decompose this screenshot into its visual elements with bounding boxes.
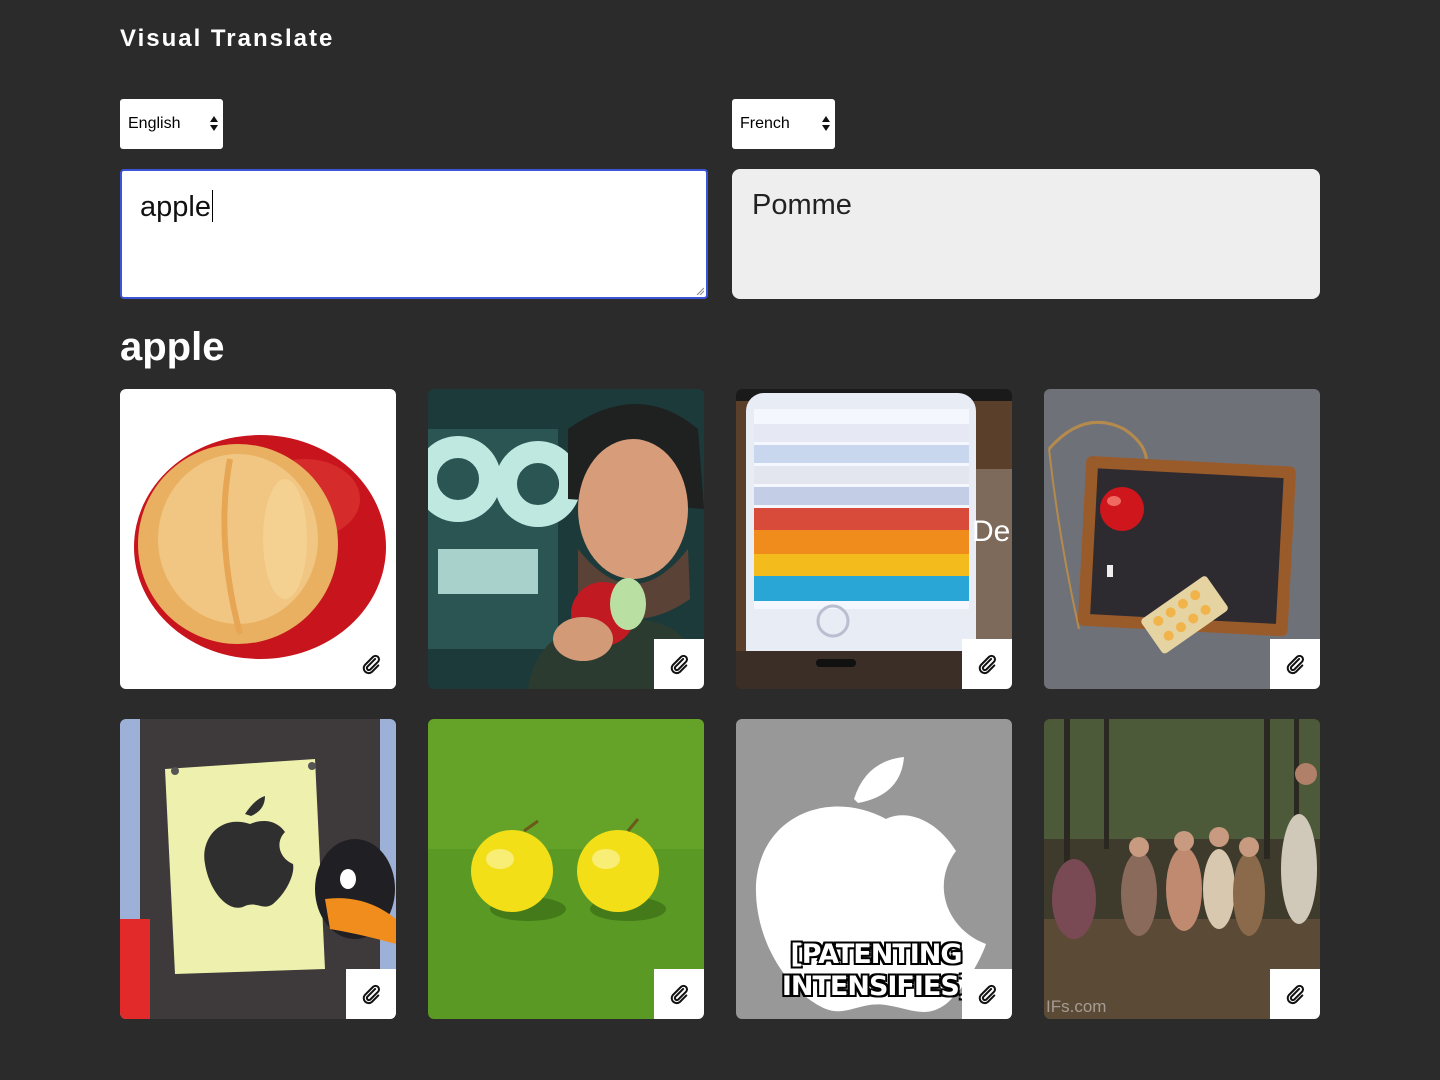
source-text-input[interactable]: apple bbox=[120, 169, 708, 299]
source-language-select[interactable]: English bbox=[120, 99, 223, 149]
text-caret bbox=[211, 190, 213, 222]
app-title: Visual Translate bbox=[120, 25, 335, 52]
attach-button[interactable] bbox=[962, 639, 1012, 689]
results-heading: apple bbox=[120, 325, 225, 369]
target-language-value: French bbox=[740, 115, 790, 132]
attach-button[interactable] bbox=[654, 639, 704, 689]
paperclip-icon bbox=[362, 984, 380, 1005]
result-image-cartoon-apple-sign[interactable] bbox=[120, 719, 396, 1019]
result-image-iphone-passbook[interactable]: De bbox=[736, 389, 1012, 689]
source-language-value: English bbox=[128, 115, 181, 132]
image-watermark: IFs.com bbox=[1046, 997, 1107, 1016]
result-image-apple-chalkboard[interactable] bbox=[1044, 389, 1320, 689]
attach-button[interactable] bbox=[1270, 639, 1320, 689]
attach-button[interactable] bbox=[346, 639, 396, 689]
translation-output: Pomme bbox=[732, 169, 1320, 299]
attach-button[interactable] bbox=[654, 969, 704, 1019]
paperclip-icon bbox=[362, 654, 380, 675]
result-image-yellow-apples[interactable] bbox=[428, 719, 704, 1019]
paperclip-icon bbox=[1286, 984, 1304, 1005]
result-image-apple-logo-meme[interactable]: [PATENTING INTENSIFIES] bbox=[736, 719, 1012, 1019]
attach-button[interactable] bbox=[1270, 969, 1320, 1019]
paperclip-icon bbox=[978, 984, 996, 1005]
source-text-value: apple bbox=[140, 191, 211, 223]
select-arrows-icon bbox=[822, 115, 830, 133]
paperclip-icon bbox=[670, 654, 688, 675]
paperclip-icon bbox=[1286, 654, 1304, 675]
select-arrows-icon bbox=[210, 115, 218, 133]
translation-value: Pomme bbox=[752, 189, 852, 221]
result-image-man-eating-apple[interactable] bbox=[428, 389, 704, 689]
meme-caption-line2: INTENSIFIES] bbox=[781, 971, 971, 1002]
phone-overlay-text: De bbox=[972, 515, 1011, 548]
result-image-bitten-apple[interactable] bbox=[120, 389, 396, 689]
paperclip-icon bbox=[670, 984, 688, 1005]
result-image-forest-dance[interactable]: IFs.com bbox=[1044, 719, 1320, 1019]
attach-button[interactable] bbox=[962, 969, 1012, 1019]
resize-grip-icon[interactable] bbox=[696, 287, 704, 295]
target-language-select[interactable]: French bbox=[732, 99, 835, 149]
attach-button[interactable] bbox=[346, 969, 396, 1019]
paperclip-icon bbox=[978, 654, 996, 675]
meme-caption-line1: [PATENTING bbox=[790, 939, 962, 970]
